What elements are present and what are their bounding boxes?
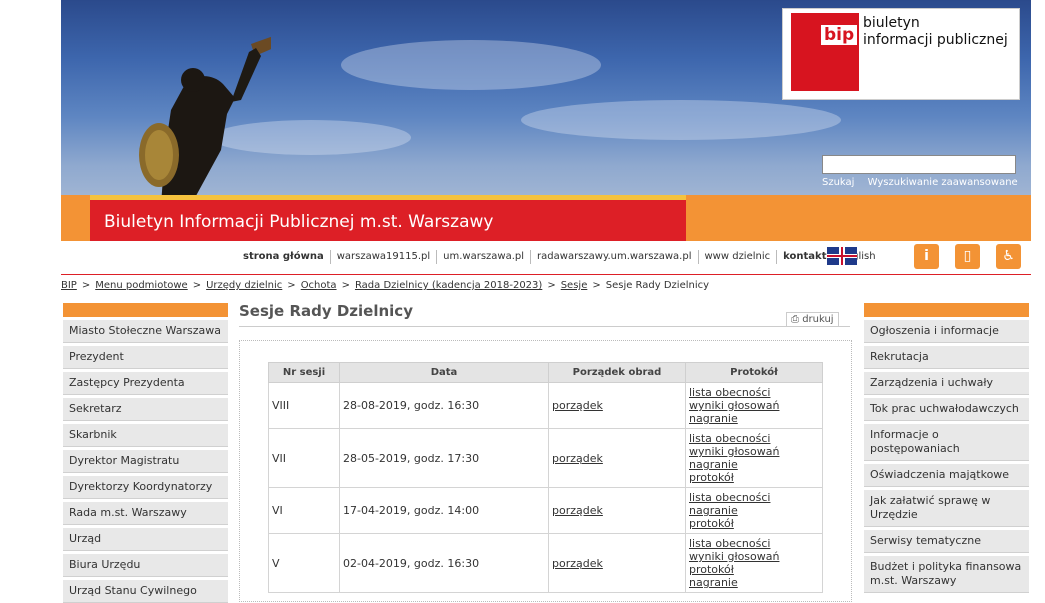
agenda-link[interactable]: porządek bbox=[548, 428, 686, 488]
session-number: VIII bbox=[268, 382, 340, 429]
protocol-links: lista obecności wyniki głosowań nagranie… bbox=[685, 428, 823, 488]
right-sidebar-item[interactable]: Budżet i polityka finansowa m.st. Warsza… bbox=[864, 556, 1029, 593]
voting-results-link[interactable]: wyniki głosowań bbox=[689, 399, 819, 412]
session-number: VII bbox=[268, 428, 340, 488]
accessibility-icon[interactable]: ♿ bbox=[996, 244, 1021, 269]
col-porzadek: Porządek obrad bbox=[548, 362, 686, 383]
breadcrumb-ochota[interactable]: Ochota bbox=[301, 280, 337, 291]
sidebar-item[interactable]: Dyrektorzy Koordynatorzy bbox=[63, 476, 228, 499]
sidebar-item[interactable]: Urząd Stanu Cywilnego bbox=[63, 580, 228, 603]
bip-logo[interactable]: bip biuletyn informacji publicznej bbox=[782, 8, 1020, 100]
voting-results-link[interactable]: wyniki głosowań bbox=[689, 445, 819, 458]
left-sidebar: Miasto Stołeczne Warszawa Prezydent Zast… bbox=[63, 303, 228, 603]
sidebar-item[interactable]: Zastępcy Prezydenta bbox=[63, 372, 228, 395]
top-nav-links: strona główna warszawa19115.pl um.warsza… bbox=[237, 250, 882, 264]
table-row: VI 17-04-2019, godz. 14:00 porządek list… bbox=[268, 487, 823, 534]
session-number: VI bbox=[268, 487, 340, 534]
nav-www-dzielnic[interactable]: www dzielnic bbox=[697, 250, 777, 264]
title-divider bbox=[239, 326, 850, 327]
print-label: drukuj bbox=[802, 314, 834, 325]
right-sidebar: Ogłoszenia i informacje Rekrutacja Zarzą… bbox=[864, 303, 1029, 593]
uk-flag-icon[interactable] bbox=[827, 247, 857, 265]
search-button[interactable]: Szukaj bbox=[822, 177, 854, 188]
print-button[interactable]: ⎙ drukuj bbox=[786, 312, 839, 326]
sidebar-item[interactable]: Miasto Stołeczne Warszawa bbox=[63, 320, 228, 343]
recording-link[interactable]: nagranie bbox=[689, 576, 819, 589]
search-links: Szukaj Wyszukiwanie zaawansowane bbox=[822, 177, 1028, 188]
nav-warszawa19115[interactable]: warszawa19115.pl bbox=[329, 250, 436, 264]
sidebar-item[interactable]: Sekretarz bbox=[63, 398, 228, 421]
table-row: VII 28-05-2019, godz. 17:30 porządek lis… bbox=[268, 428, 823, 488]
breadcrumb-current: Sesje Rady Dzielnicy bbox=[605, 280, 710, 291]
recording-link[interactable]: nagranie bbox=[689, 458, 819, 471]
advanced-search-link[interactable]: Wyszukiwanie zaawansowane bbox=[868, 177, 1018, 188]
nav-home[interactable]: strona główna bbox=[237, 250, 330, 264]
right-sidebar-item[interactable]: Tok prac uchwałodawczych bbox=[864, 398, 1029, 421]
breadcrumb-menu[interactable]: Menu podmiotowe bbox=[95, 280, 187, 291]
recording-link[interactable]: nagranie bbox=[689, 504, 819, 517]
attendance-link[interactable]: lista obecności bbox=[689, 491, 819, 504]
top-nav: strona główna warszawa19115.pl um.warsza… bbox=[61, 241, 1031, 275]
voting-results-link[interactable]: wyniki głosowań bbox=[689, 550, 819, 563]
recording-link[interactable]: nagranie bbox=[689, 412, 819, 425]
attendance-link[interactable]: lista obecności bbox=[689, 386, 819, 399]
session-date: 17-04-2019, godz. 14:00 bbox=[339, 487, 549, 534]
protocol-links: lista obecności wyniki głosowań protokół… bbox=[685, 533, 823, 593]
right-sidebar-item[interactable]: Rekrutacja bbox=[864, 346, 1029, 369]
agenda-link[interactable]: porządek bbox=[548, 487, 686, 534]
breadcrumb-bip[interactable]: BIP bbox=[61, 280, 77, 291]
bip-logo-text: biuletyn informacji publicznej bbox=[863, 15, 1008, 48]
mobile-icon[interactable]: ▯ bbox=[955, 244, 980, 269]
sidebar-item[interactable]: Biura Urzędu bbox=[63, 554, 228, 577]
table-row: V 02-04-2019, godz. 16:30 porządek lista… bbox=[268, 533, 823, 593]
table-header-row: Nr sesji Data Porządek obrad Protokół bbox=[268, 362, 823, 383]
agenda-link[interactable]: porządek bbox=[548, 533, 686, 593]
right-sidebar-item[interactable]: Jak załatwić sprawę w Urzędzie bbox=[864, 490, 1029, 527]
col-nr-sesji: Nr sesji bbox=[268, 362, 340, 383]
col-data: Data bbox=[339, 362, 549, 383]
attendance-link[interactable]: lista obecności bbox=[689, 537, 819, 550]
site-title-bar: Biuletyn Informacji Publicznej m.st. War… bbox=[90, 195, 686, 241]
attendance-link[interactable]: lista obecności bbox=[689, 432, 819, 445]
page-title: Sesje Rady Dzielnicy bbox=[239, 302, 413, 320]
sidebar-item[interactable]: Rada m.st. Warszawy bbox=[63, 502, 228, 525]
nav-kontakt[interactable]: kontakt bbox=[776, 250, 832, 264]
right-sidebar-item[interactable]: Oświadczenia majątkowe bbox=[864, 464, 1029, 487]
session-date: 02-04-2019, godz. 16:30 bbox=[339, 533, 549, 593]
col-protokol: Protokół bbox=[685, 362, 823, 383]
breadcrumb: BIP > Menu podmiotowe > Urzędy dzielnic > Ocho… bbox=[61, 280, 710, 291]
right-sidebar-item[interactable]: Serwisy tematyczne bbox=[864, 530, 1029, 553]
printer-icon: ⎙ bbox=[791, 314, 799, 325]
site-title: Biuletyn Informacji Publicznej m.st. War… bbox=[104, 212, 494, 232]
mermaid-statue-image bbox=[139, 36, 271, 195]
sidebar-item[interactable]: Urząd bbox=[63, 528, 228, 551]
session-date: 28-08-2019, godz. 16:30 bbox=[339, 382, 549, 429]
right-sidebar-item[interactable]: Zarządzenia i uchwały bbox=[864, 372, 1029, 395]
agenda-link[interactable]: porządek bbox=[548, 382, 686, 429]
protocol-link[interactable]: protokół bbox=[689, 471, 819, 484]
bip-logo-mark: bip bbox=[791, 13, 859, 91]
info-rss-icon[interactable]: i bbox=[914, 244, 939, 269]
sidebar-item[interactable]: Skarbnik bbox=[63, 424, 228, 447]
sessions-table: Nr sesji Data Porządek obrad Protokół VI… bbox=[268, 362, 823, 593]
protocol-link[interactable]: protokół bbox=[689, 517, 819, 530]
search-input[interactable] bbox=[822, 155, 1016, 174]
nav-radawarszawy[interactable]: radawarszawy.um.warszawa.pl bbox=[530, 250, 697, 264]
protocol-link[interactable]: protokół bbox=[689, 563, 819, 576]
session-date: 28-05-2019, godz. 17:30 bbox=[339, 428, 549, 488]
nav-um-warszawa[interactable]: um.warszawa.pl bbox=[436, 250, 530, 264]
breadcrumb-rada[interactable]: Rada Dzielnicy (kadencja 2018-2023) bbox=[355, 280, 542, 291]
breadcrumb-urzedy[interactable]: Urzędy dzielnic bbox=[206, 280, 282, 291]
session-number: V bbox=[268, 533, 340, 593]
right-sidebar-item[interactable]: Informacje o postępowaniach bbox=[864, 424, 1029, 461]
sidebar-item[interactable]: Dyrektor Magistratu bbox=[63, 450, 228, 473]
protocol-links: lista obecności nagranie protokół bbox=[685, 487, 823, 534]
breadcrumb-sesje[interactable]: Sesje bbox=[561, 280, 588, 291]
table-row: VIII 28-08-2019, godz. 16:30 porządek li… bbox=[268, 382, 823, 429]
right-sidebar-item[interactable]: Ogłoszenia i informacje bbox=[864, 320, 1029, 343]
protocol-links: lista obecności wyniki głosowań nagranie bbox=[685, 382, 823, 429]
sidebar-item[interactable]: Prezydent bbox=[63, 346, 228, 369]
